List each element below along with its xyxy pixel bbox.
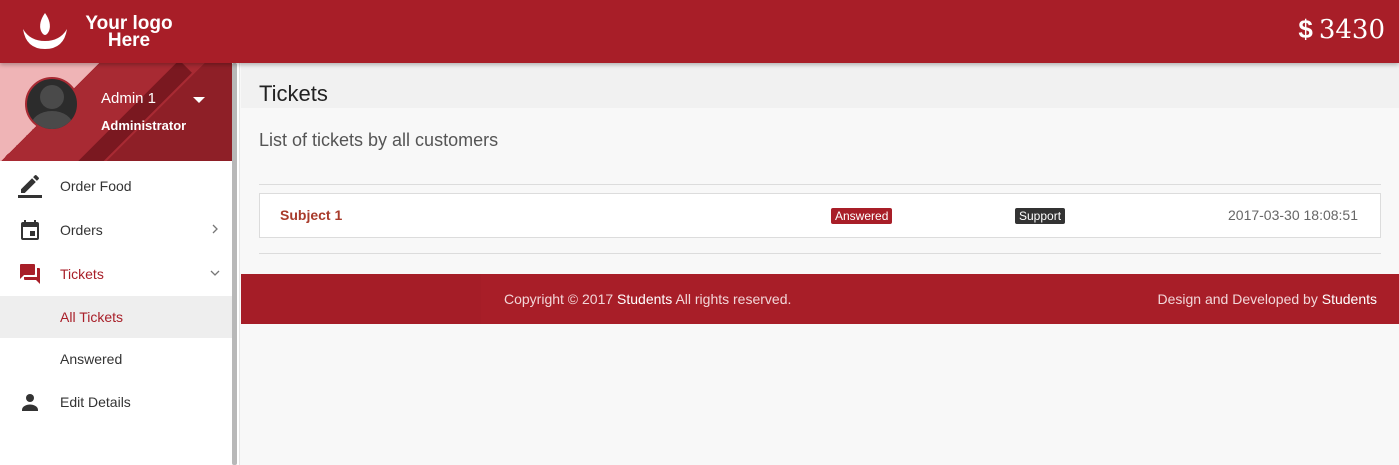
avatar — [25, 77, 79, 131]
status-badge: Answered — [831, 208, 893, 224]
credit-brand-link[interactable]: Students — [1322, 291, 1377, 307]
avatar-body — [31, 111, 73, 129]
sidebar-item-order-food[interactable]: Order Food — [0, 164, 232, 208]
ticket-date: 2017-03-30 18:08:51 — [1228, 207, 1358, 223]
footer-left-block — [241, 274, 481, 324]
user-panel: Admin 1 Administrator — [0, 63, 232, 161]
chevron-right-icon — [212, 224, 218, 234]
type-badge: Support — [1015, 208, 1066, 224]
sidebar-item-label: Answered — [60, 351, 123, 367]
main-content: Tickets List of tickets by all customers… — [241, 63, 1399, 324]
balance-amount: 3430 — [1318, 15, 1385, 45]
sidebar-menu: Order Food Orders Tickets All Tickets An… — [0, 174, 232, 424]
ticket-subject-link[interactable]: Subject 1 — [280, 207, 342, 223]
forum-icon — [20, 264, 40, 284]
sidebar-item-label: Orders — [60, 222, 103, 238]
sidebar-scrollbar[interactable] — [232, 63, 237, 465]
caret-down-icon[interactable] — [193, 97, 205, 103]
user-role: Administrator — [101, 118, 187, 133]
copyright-brand-link[interactable]: Students — [617, 291, 672, 307]
footer-copyright: Copyright © 2017 Students All rights res… — [504, 291, 791, 307]
credit-prefix: Design and Developed by — [1157, 291, 1318, 307]
sidebar-subitem-all-tickets[interactable]: All Tickets — [0, 296, 232, 338]
balance: $3430 — [1298, 14, 1385, 45]
logo-line-2: Here — [107, 30, 151, 51]
divider — [259, 184, 1381, 185]
page-title: Tickets — [259, 81, 328, 106]
currency-symbol: $ — [1298, 14, 1313, 44]
edit-icon — [18, 174, 42, 198]
divider — [259, 253, 1381, 254]
footer-credit: Design and Developed by Students — [1158, 291, 1378, 307]
copyright-prefix: Copyright © 2017 — [504, 291, 614, 307]
copyright-suffix: All rights reserved. — [675, 291, 792, 307]
sidebar-item-label: Order Food — [60, 178, 132, 194]
avatar-head — [40, 85, 64, 109]
sidebar-item-edit-details[interactable]: Edit Details — [0, 380, 232, 424]
sidebar-item-label: Tickets — [60, 266, 104, 282]
sidebar-subitem-answered[interactable]: Answered — [0, 338, 232, 380]
sidebar-item-label: All Tickets — [60, 309, 124, 325]
sidebar: Admin 1 Administrator Order Food Orders … — [0, 63, 240, 465]
logo-text: Your logo Here — [84, 14, 174, 51]
sidebar-item-orders[interactable]: Orders — [0, 208, 232, 252]
chevron-down-icon — [210, 270, 220, 276]
sidebar-item-label: Edit Details — [60, 394, 131, 410]
user-name[interactable]: Admin 1 — [101, 90, 156, 107]
logo[interactable]: Your logo Here — [20, 10, 174, 54]
top-bar: Your logo Here $3430 — [0, 0, 1399, 63]
footer: Copyright © 2017 Students All rights res… — [241, 274, 1399, 324]
calendar-icon — [21, 220, 39, 240]
page-header — [241, 63, 1399, 108]
person-icon — [22, 394, 38, 411]
logo-icon — [23, 13, 67, 49]
sidebar-item-tickets[interactable]: Tickets — [0, 252, 232, 296]
page-subtitle: List of tickets by all customers — [259, 130, 499, 150]
ticket-row: Subject 1 Answered Support 2017-03-30 18… — [259, 193, 1381, 238]
